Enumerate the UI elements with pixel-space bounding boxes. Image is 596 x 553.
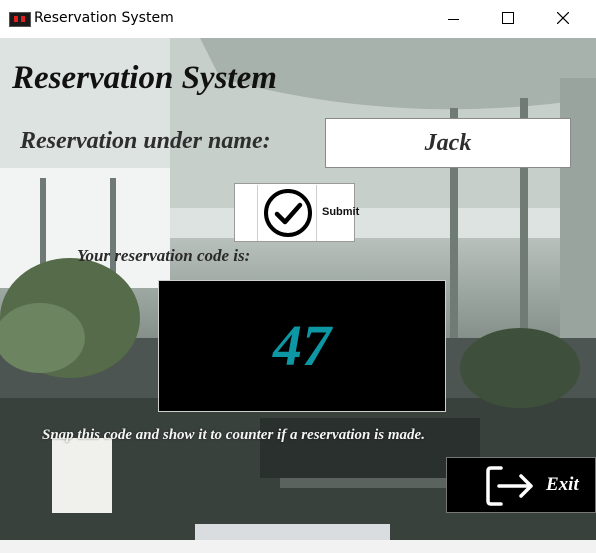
submit-button[interactable]: Submit — [234, 183, 359, 242]
close-icon — [557, 12, 569, 24]
minimize-button[interactable] — [430, 0, 476, 38]
maximize-button[interactable] — [485, 0, 531, 38]
maximize-icon — [502, 12, 514, 24]
name-input[interactable]: Jack — [325, 118, 571, 168]
reservation-code-display: 47 — [158, 280, 446, 412]
instruction-note: Snap this code and show it to counter if… — [42, 427, 425, 443]
code-label: Your reservation code is: — [77, 246, 251, 265]
window-title: Reservation System — [34, 10, 174, 26]
check-circle-icon — [257, 185, 317, 241]
minimize-icon — [448, 19, 459, 20]
page-heading: Reservation System — [12, 60, 277, 96]
name-label: Reservation under name: — [20, 128, 271, 154]
exit-label: Exit — [546, 474, 579, 495]
app-icon — [9, 12, 31, 27]
submit-label: Submit — [322, 206, 360, 218]
reservation-code: 47 — [273, 313, 331, 378]
title-bar: Reservation System — [0, 0, 596, 38]
close-button[interactable] — [540, 0, 586, 38]
exit-arrow-icon — [486, 466, 533, 506]
background-image: Reservation System Reservation under nam… — [0, 38, 596, 553]
exit-button[interactable]: Exit — [446, 457, 596, 513]
